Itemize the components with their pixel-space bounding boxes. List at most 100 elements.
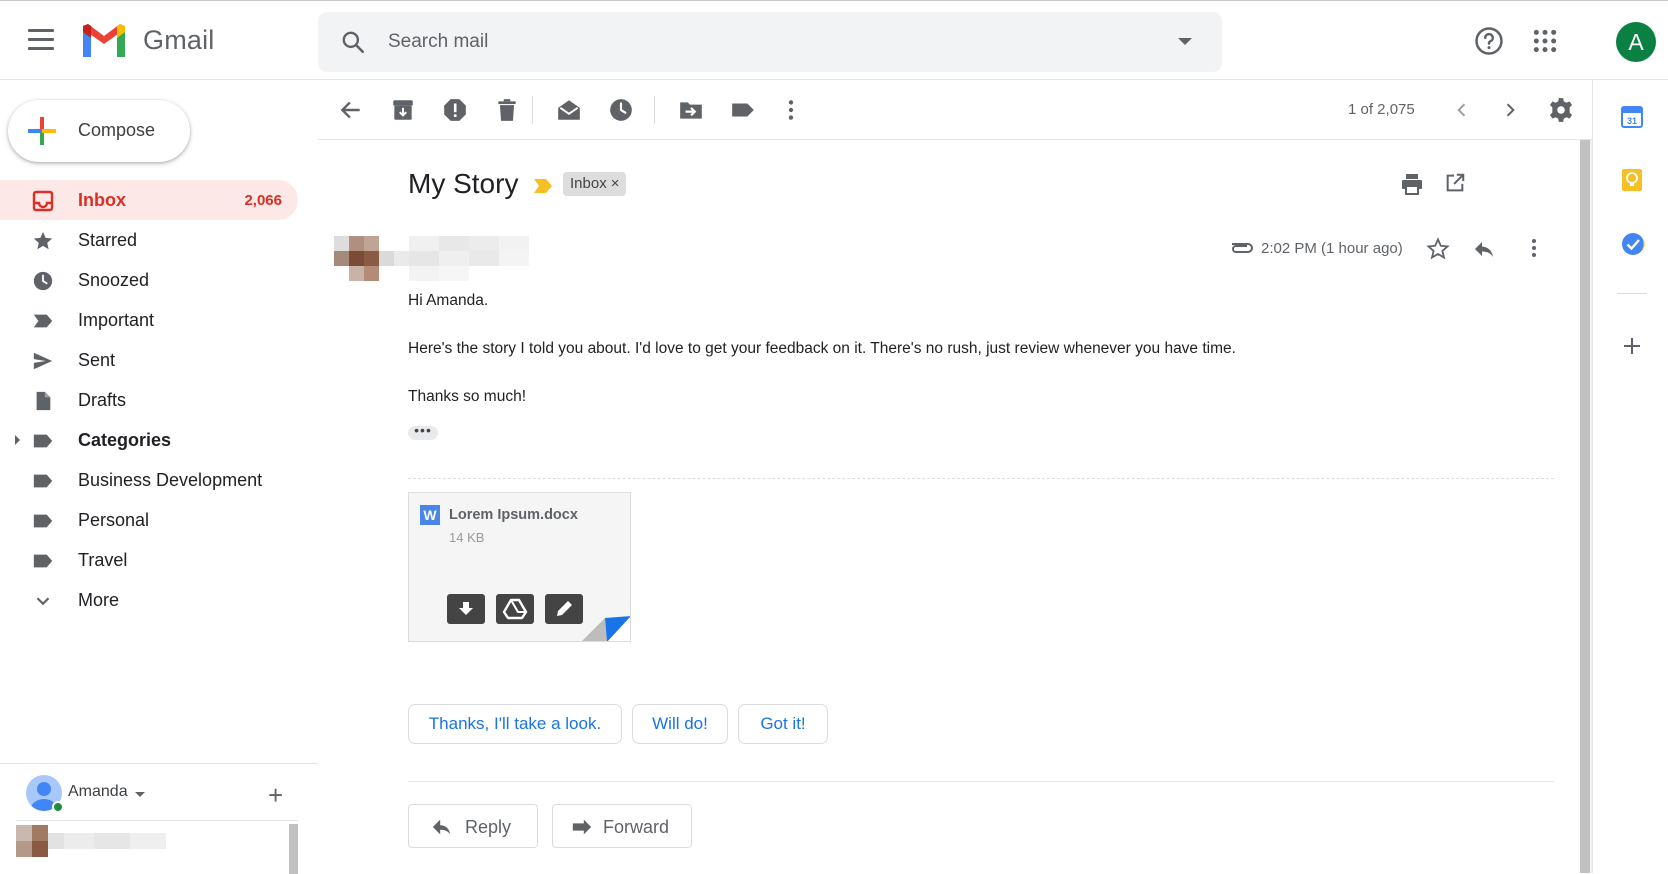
forward-button[interactable]: Forward xyxy=(552,804,692,848)
sidebar-item-label: Important xyxy=(78,310,155,330)
get-addons-plus-icon[interactable] xyxy=(1622,336,1642,356)
sidebar-item-starred[interactable]: Starred xyxy=(0,220,298,260)
message-view: My Story Inbox × 2:02 PM (1 hour ago) Hi… xyxy=(318,140,1592,873)
download-attachment-button[interactable] xyxy=(447,594,485,624)
inbox-unread-count: 2,066 xyxy=(244,192,282,209)
sidebar-divider xyxy=(0,763,318,764)
word-doc-icon: W xyxy=(420,505,440,525)
open-new-window-icon[interactable] xyxy=(1444,172,1466,194)
mark-unread-icon[interactable] xyxy=(556,97,582,123)
reply-divider xyxy=(408,781,1554,782)
save-to-drive-button[interactable] xyxy=(496,594,534,624)
search-input[interactable] xyxy=(388,24,1148,60)
chevron-left-icon[interactable] xyxy=(1452,100,1472,120)
sender-blurred-avatar-icon[interactable] xyxy=(334,236,530,284)
tasks-check-icon[interactable] xyxy=(1621,232,1645,256)
snooze-clock-icon[interactable] xyxy=(608,97,634,123)
edit-attachment-button[interactable] xyxy=(545,594,583,624)
doc-corner-icon xyxy=(582,616,630,641)
sidebar-item-personal[interactable]: Personal xyxy=(0,500,298,540)
sidebar-item-label: Starred xyxy=(78,230,138,250)
show-trimmed-content-button[interactable]: ••• xyxy=(408,423,438,440)
move-to-icon[interactable] xyxy=(678,97,704,123)
chevron-right-icon[interactable] xyxy=(1500,100,1520,120)
sidebar-item-label: Sent xyxy=(78,350,116,370)
compose-button[interactable]: Compose xyxy=(8,100,190,162)
sidebar-item-travel[interactable]: Travel xyxy=(0,540,298,580)
side-panel-rail: 31 xyxy=(1592,80,1668,873)
star-outline-icon[interactable] xyxy=(1426,237,1450,261)
compose-plus-icon xyxy=(28,117,56,145)
sidebar-item-business-development[interactable]: Business Development xyxy=(0,460,298,500)
hangouts-user-name[interactable]: Amanda xyxy=(68,783,128,801)
attachment-paperclip-icon xyxy=(1232,243,1253,253)
expand-arrow-icon[interactable] xyxy=(15,435,20,445)
reply-button[interactable]: Reply xyxy=(408,804,538,848)
label-tag-icon[interactable] xyxy=(730,97,756,123)
remove-label-icon[interactable]: × xyxy=(611,175,620,192)
sidebar-scrollbar[interactable] xyxy=(289,824,298,874)
sidebar-item-categories[interactable]: Categories xyxy=(0,420,298,460)
print-icon[interactable] xyxy=(1400,172,1424,196)
message-subject: My Story xyxy=(408,168,519,199)
archive-icon[interactable] xyxy=(390,97,416,123)
sidebar-item-important[interactable]: Important xyxy=(0,300,298,340)
back-arrow-icon[interactable] xyxy=(338,97,364,123)
more-vertical-icon[interactable] xyxy=(1522,236,1546,260)
sidebar-item-sent[interactable]: Sent xyxy=(0,340,298,380)
label-icon xyxy=(33,474,53,488)
help-icon[interactable] xyxy=(1474,26,1504,56)
sidebar-item-inbox[interactable]: Inbox 2,066 xyxy=(0,180,298,220)
hangouts-caret-icon[interactable] xyxy=(135,792,145,797)
trash-icon[interactable] xyxy=(494,97,520,123)
smart-reply-2-button[interactable]: Will do! xyxy=(632,704,728,744)
gmail-logo[interactable] xyxy=(80,23,128,59)
smart-reply-3-button[interactable]: Got it! xyxy=(738,704,828,744)
account-avatar[interactable]: A xyxy=(1616,22,1656,62)
reply-icon xyxy=(432,819,451,835)
reply-label: Reply xyxy=(465,817,512,837)
label-chip-text: Inbox xyxy=(570,175,607,192)
rail-divider xyxy=(1617,293,1647,294)
message-scrollbar-thumb[interactable] xyxy=(1580,140,1590,873)
pagination-count: 1 of 2,075 xyxy=(1348,101,1415,118)
keep-bulb-icon[interactable] xyxy=(1621,168,1643,192)
label-chip-inbox: Inbox × xyxy=(563,172,627,196)
smart-reply-1-button[interactable]: Thanks, I'll take a look. xyxy=(408,704,622,744)
important-icon xyxy=(33,314,53,328)
sidebar: Compose Inbox 2,066 Starred Snoozed Impo… xyxy=(0,80,318,874)
attachment-filesize: 14 KB xyxy=(449,530,485,545)
importance-marker-icon[interactable] xyxy=(533,178,553,194)
sidebar-item-label: More xyxy=(78,590,120,610)
reply-arrow-icon[interactable] xyxy=(1472,237,1496,261)
search-icon[interactable] xyxy=(340,29,366,55)
hangouts-contact-blurred[interactable] xyxy=(16,820,298,873)
search-options-caret-icon[interactable] xyxy=(1178,38,1192,45)
attachment-filename: Lorem Ipsum.docx xyxy=(449,507,578,523)
search-bar xyxy=(318,12,1222,72)
inbox-icon xyxy=(32,190,54,212)
message-scrollbar-track[interactable] xyxy=(1580,140,1592,873)
attachment-card[interactable]: W Lorem Ipsum.docx 14 KB xyxy=(408,492,631,642)
calendar-icon[interactable]: 31 xyxy=(1621,104,1643,128)
settings-gear-icon[interactable] xyxy=(1548,97,1574,123)
attachment-divider xyxy=(408,478,1554,479)
sidebar-item-label: Inbox xyxy=(78,190,126,210)
label-icon xyxy=(33,434,53,448)
star-icon xyxy=(33,231,53,250)
sidebar-item-drafts[interactable]: Drafts xyxy=(0,380,298,420)
draft-icon xyxy=(36,391,51,411)
message-closing: Thanks so much! xyxy=(408,388,527,405)
report-spam-icon[interactable] xyxy=(442,97,468,123)
sidebar-item-label: Personal xyxy=(78,510,150,530)
add-contact-icon[interactable]: + xyxy=(268,780,283,811)
compose-label: Compose xyxy=(78,120,156,140)
sidebar-item-label: Snoozed xyxy=(78,270,150,290)
main-menu-icon[interactable] xyxy=(28,29,54,53)
toolbar-separator xyxy=(654,96,655,124)
drive-icon xyxy=(502,598,528,620)
apps-grid-icon[interactable] xyxy=(1532,28,1558,54)
sidebar-item-more[interactable]: More xyxy=(0,580,298,620)
sidebar-item-snoozed[interactable]: Snoozed xyxy=(0,260,298,300)
more-vertical-icon[interactable] xyxy=(778,97,804,123)
